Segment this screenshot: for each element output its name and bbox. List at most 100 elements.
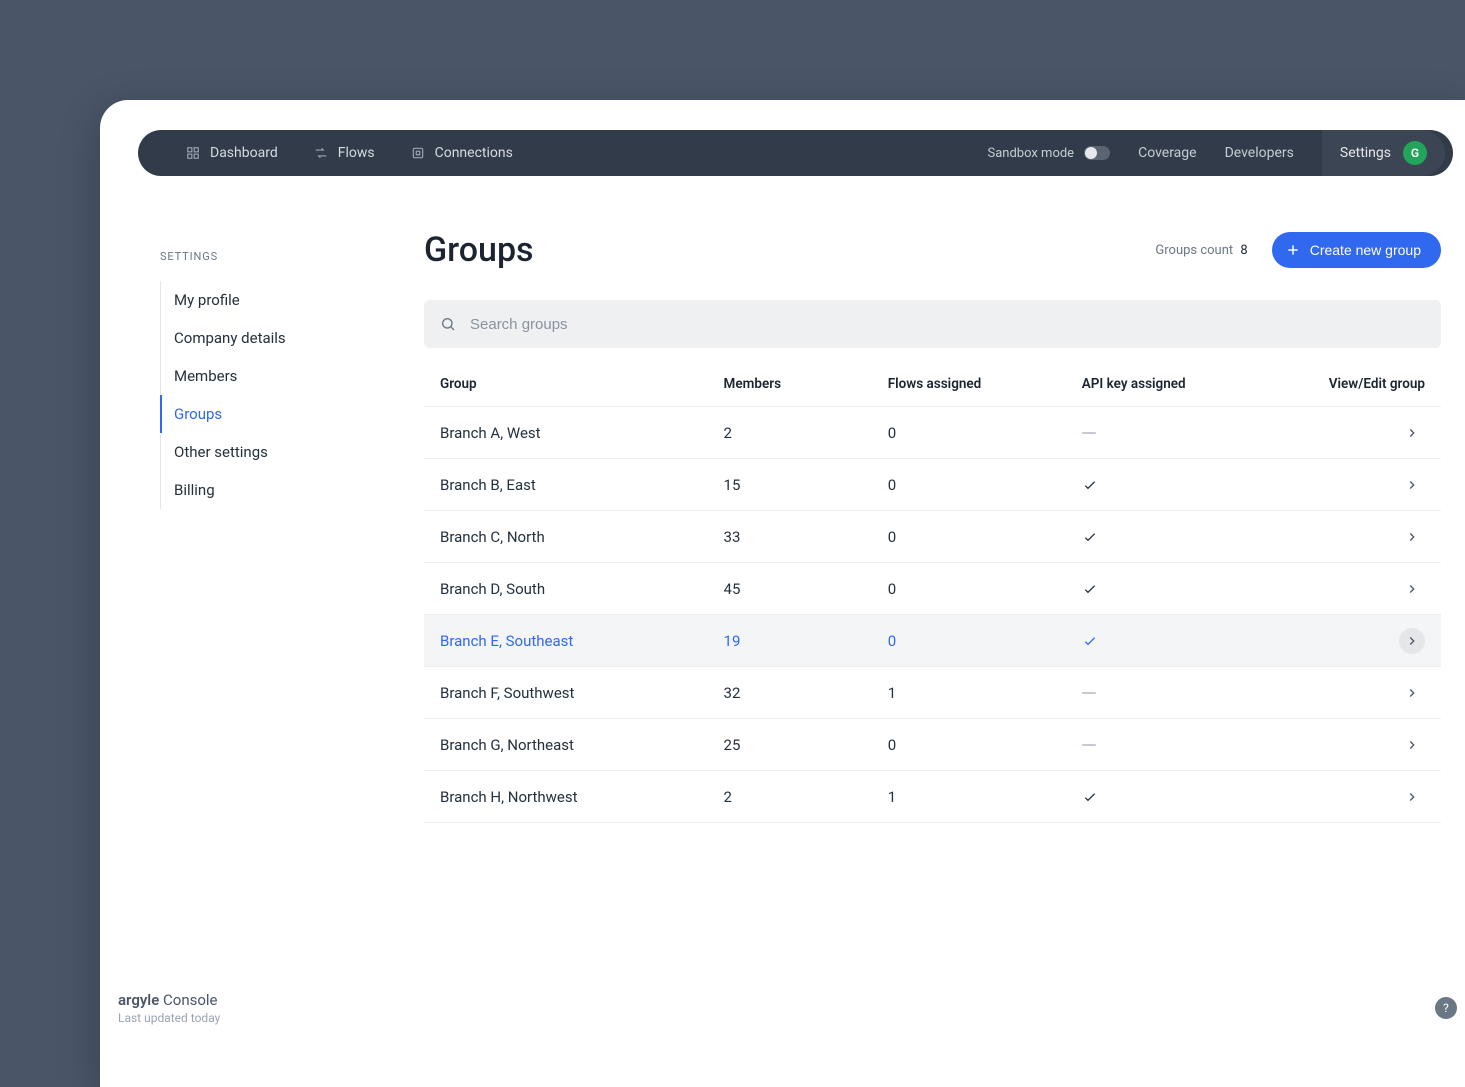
chevron-right-icon: [1405, 426, 1419, 440]
groups-count: Groups count 8: [1155, 243, 1247, 258]
nav-left: Dashboard Flows Connections: [138, 145, 513, 161]
sidebar-list: My profile Company details Members Groups Ot…: [160, 281, 400, 509]
dash-icon: [1082, 692, 1096, 694]
th-group: Group: [440, 376, 724, 392]
cell-members: 19: [724, 632, 888, 650]
settings-sidebar: SETTINGS My profileCompany detailsMember…: [160, 250, 400, 509]
cell-group: Branch C, North: [440, 528, 724, 546]
cell-group: Branch E, Southeast: [440, 632, 724, 650]
footer-brand-bold: argyle: [118, 991, 159, 1009]
avatar-letter: G: [1411, 146, 1419, 160]
nav-flows-label: Flows: [338, 145, 375, 161]
create-group-button[interactable]: Create new group: [1272, 232, 1441, 268]
table-row[interactable]: Branch C, North330: [424, 511, 1441, 563]
page-title: Groups: [424, 230, 534, 270]
cell-members: 45: [724, 580, 888, 598]
table-row[interactable]: Branch B, East150: [424, 459, 1441, 511]
sidebar-item-groups[interactable]: Groups: [160, 395, 400, 433]
chevron-right-icon: [1405, 686, 1419, 700]
sidebar-item-billing[interactable]: Billing: [160, 471, 400, 509]
th-flows: Flows assigned: [888, 376, 1082, 392]
table-row[interactable]: Branch A, West20: [424, 407, 1441, 459]
cell-group: Branch B, East: [440, 476, 724, 494]
connections-icon: [411, 146, 425, 160]
th-view: View/Edit group: [1276, 376, 1425, 392]
cell-group: Branch A, West: [440, 424, 724, 442]
table-row[interactable]: Branch D, South450: [424, 563, 1441, 615]
nav-coverage[interactable]: Coverage: [1138, 145, 1196, 161]
search-box[interactable]: [424, 300, 1441, 348]
toggle-knob: [1085, 147, 1097, 159]
cell-view: [1276, 472, 1425, 498]
nav-connections-label: Connections: [435, 145, 513, 161]
dash-icon: [1082, 744, 1096, 746]
nav-settings[interactable]: Settings: [1340, 145, 1391, 161]
app-shell: Dashboard Flows Connections Sandbox mode: [100, 100, 1465, 1087]
cell-flows: 0: [888, 580, 1082, 598]
check-icon: [1082, 789, 1098, 805]
top-nav: Dashboard Flows Connections Sandbox mode: [138, 130, 1453, 176]
help-button[interactable]: ?: [1435, 997, 1457, 1019]
page-header: Groups Groups count 8 Create new group: [424, 230, 1441, 270]
sidebar-item-label: Groups: [174, 405, 222, 423]
nav-right: Sandbox mode Coverage Developers Setting…: [987, 130, 1453, 176]
view-group-button[interactable]: [1399, 472, 1425, 498]
sidebar-item-company-details[interactable]: Company details: [160, 319, 400, 357]
cell-api: [1082, 633, 1276, 649]
check-icon: [1082, 529, 1098, 545]
flows-icon: [314, 146, 328, 160]
chevron-right-icon: [1405, 582, 1419, 596]
chevron-right-icon: [1405, 790, 1419, 804]
groups-count-label: Groups count: [1155, 243, 1233, 258]
chevron-right-icon: [1405, 530, 1419, 544]
table-row[interactable]: Branch F, Southwest321: [424, 667, 1441, 719]
sidebar-item-my-profile[interactable]: My profile: [160, 281, 400, 319]
footer: argyle Console Last updated today: [118, 991, 220, 1025]
cell-api: [1082, 432, 1276, 434]
cell-view: [1276, 680, 1425, 706]
check-icon: [1082, 477, 1098, 493]
cell-view: [1276, 628, 1425, 654]
check-icon: [1082, 581, 1098, 597]
check-icon: [1082, 633, 1098, 649]
help-icon: ?: [1443, 1001, 1449, 1015]
sidebar-item-label: Billing: [174, 481, 215, 499]
cell-view: [1276, 576, 1425, 602]
view-group-button[interactable]: [1399, 784, 1425, 810]
cell-flows: 0: [888, 528, 1082, 546]
cell-flows: 0: [888, 632, 1082, 650]
nav-connections[interactable]: Connections: [411, 145, 513, 161]
cell-api: [1082, 692, 1276, 694]
sidebar-item-label: Members: [174, 367, 237, 385]
cell-api: [1082, 581, 1276, 597]
create-group-label: Create new group: [1310, 242, 1421, 258]
view-group-button[interactable]: [1399, 680, 1425, 706]
nav-dashboard[interactable]: Dashboard: [186, 145, 278, 161]
nav-developers[interactable]: Developers: [1225, 145, 1294, 161]
view-group-button[interactable]: [1399, 576, 1425, 602]
sandbox-toggle[interactable]: [1084, 146, 1110, 160]
table-row[interactable]: Branch E, Southeast190: [424, 615, 1441, 667]
search-input[interactable]: [470, 316, 1425, 333]
search-icon: [440, 316, 456, 332]
view-group-button[interactable]: [1399, 420, 1425, 446]
sidebar-item-members[interactable]: Members: [160, 357, 400, 395]
table-row[interactable]: Branch H, Northwest21: [424, 771, 1441, 823]
cell-members: 25: [724, 736, 888, 754]
avatar[interactable]: G: [1403, 141, 1427, 165]
nav-dashboard-label: Dashboard: [210, 145, 278, 161]
view-group-button[interactable]: [1399, 628, 1425, 654]
nav-settings-wrap: Settings G: [1322, 130, 1445, 176]
footer-sub: Last updated today: [118, 1011, 220, 1025]
cell-view: [1276, 524, 1425, 550]
table-row[interactable]: Branch G, Northeast250: [424, 719, 1441, 771]
sidebar-item-other-settings[interactable]: Other settings: [160, 433, 400, 471]
groups-table: Group Members Flows assigned API key ass…: [424, 376, 1441, 823]
cell-api: [1082, 789, 1276, 805]
dash-icon: [1082, 432, 1096, 434]
view-group-button[interactable]: [1399, 524, 1425, 550]
nav-flows[interactable]: Flows: [314, 145, 375, 161]
sidebar-item-label: My profile: [174, 291, 240, 309]
view-group-button[interactable]: [1399, 732, 1425, 758]
table-header: Group Members Flows assigned API key ass…: [424, 376, 1441, 407]
